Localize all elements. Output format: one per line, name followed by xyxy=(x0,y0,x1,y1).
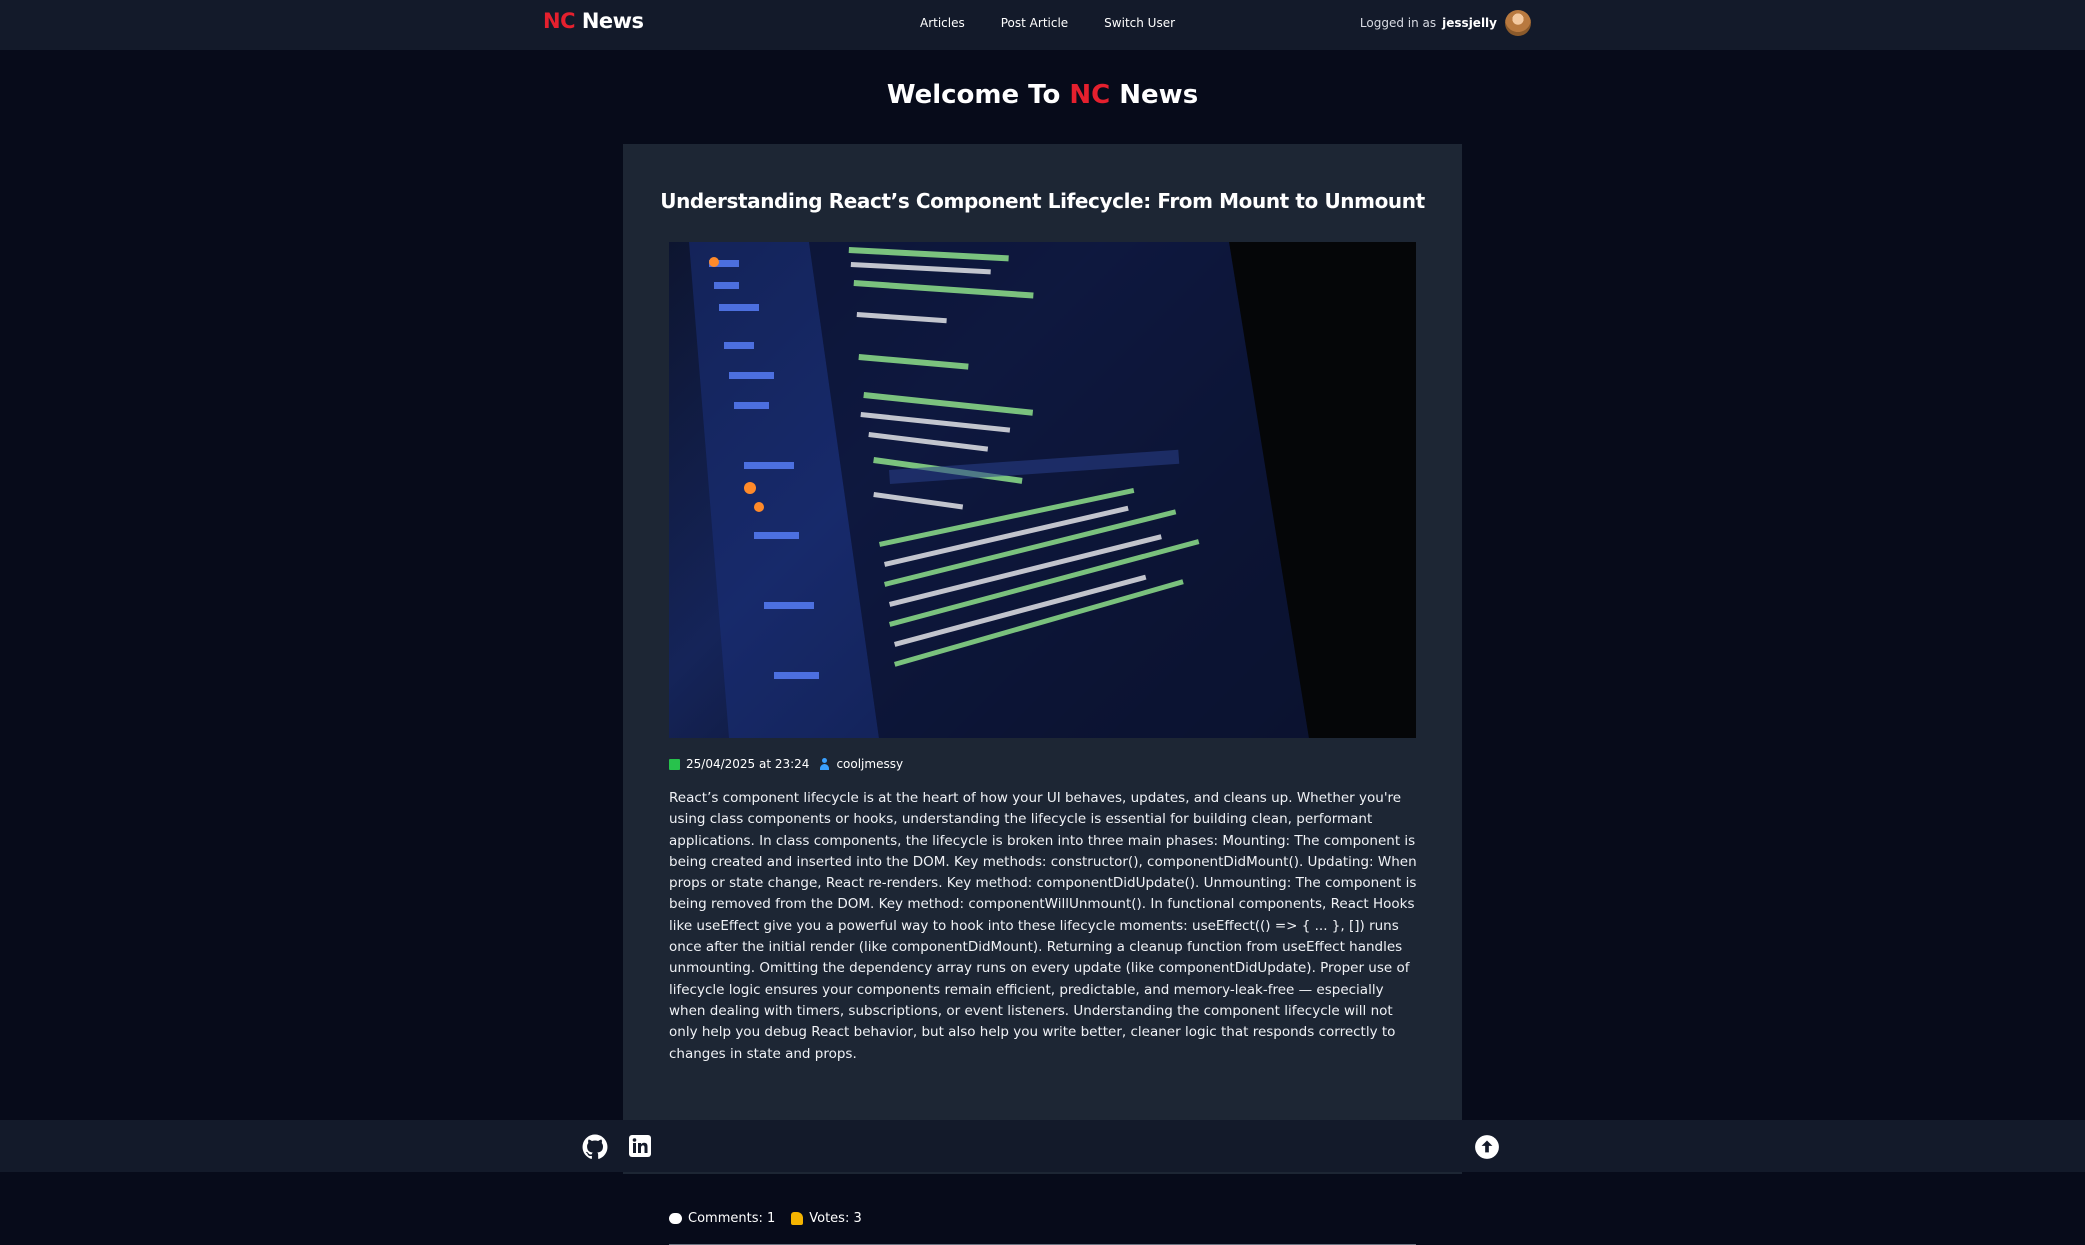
article-card: Understanding React’s Component Lifecycl… xyxy=(623,144,1462,1245)
welcome-prefix: Welcome To xyxy=(886,80,1061,110)
calendar-icon xyxy=(669,758,680,770)
article-title: Understanding React’s Component Lifecycl… xyxy=(660,189,1425,213)
nav-post-article[interactable]: Post Article xyxy=(1001,16,1068,30)
welcome-nc: NC xyxy=(1069,80,1111,110)
article-date: 25/04/2025 at 23:24 xyxy=(686,757,810,771)
brand-news: News xyxy=(581,9,644,33)
brand-nc: NC xyxy=(543,9,576,33)
page-title: Welcome To NC News xyxy=(0,80,2085,110)
brand-logo[interactable]: NC News xyxy=(543,9,644,33)
article-author[interactable]: cooljmessy xyxy=(836,757,903,771)
username: jessjelly xyxy=(1442,16,1497,30)
github-icon[interactable] xyxy=(582,1134,608,1164)
logged-in-label: Logged in as xyxy=(1359,16,1437,30)
user-info: Logged in as jessjelly xyxy=(1360,10,1531,36)
thumbs-up-icon[interactable] xyxy=(791,1212,804,1225)
linkedin-icon[interactable] xyxy=(628,1134,652,1162)
votes-count: Votes: 3 xyxy=(809,1211,862,1226)
scroll-to-top-icon[interactable] xyxy=(1474,1134,1500,1164)
welcome-suffix: News xyxy=(1119,80,1199,110)
nav-links: Articles Post Article Switch User xyxy=(920,16,1211,30)
article-stats: Comments: 1 Votes: 3 xyxy=(669,1211,862,1226)
user-icon xyxy=(819,758,830,770)
nav-switch-user[interactable]: Switch User xyxy=(1104,16,1175,30)
nav-articles[interactable]: Articles xyxy=(920,16,965,30)
avatar[interactable] xyxy=(1505,10,1531,36)
top-navbar: NC News Articles Post Article Switch Use… xyxy=(0,0,2085,50)
article-body: React’s component lifecycle is at the he… xyxy=(669,790,1417,1062)
comment-icon xyxy=(669,1213,682,1224)
article-image xyxy=(669,242,1416,738)
code-screenshot-image xyxy=(689,242,1416,738)
footer xyxy=(0,1120,2085,1172)
article-meta: 25/04/2025 at 23:24 cooljmessy xyxy=(669,757,903,771)
comments-count[interactable]: Comments: 1 xyxy=(688,1211,775,1226)
